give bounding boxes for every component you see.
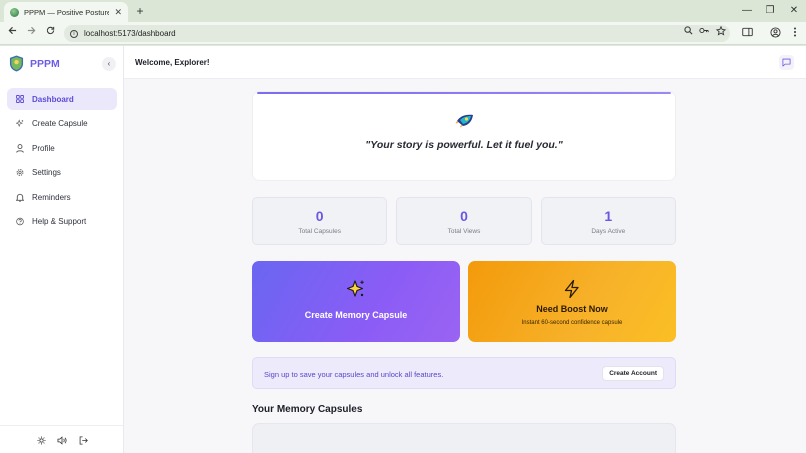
stat-label: Days Active: [591, 228, 626, 235]
capsule-list-placeholder: [252, 423, 676, 453]
sidebar-item-profile[interactable]: Profile: [7, 137, 117, 159]
stat-value: 0: [460, 208, 468, 224]
sidebar-item-label: Reminders: [32, 192, 71, 202]
theme-toggle-button[interactable]: [34, 433, 48, 447]
logout-button[interactable]: [76, 433, 90, 447]
forward-button[interactable]: [24, 26, 38, 40]
sidebar-item-label: Profile: [32, 143, 55, 153]
sidebar: PPPM ‹ Dashboard Create Capsule Profile: [0, 46, 124, 453]
reload-button[interactable]: [43, 26, 57, 40]
gear-icon: [16, 169, 24, 177]
signup-banner: Sign up to save your capsules and unlock…: [252, 357, 676, 389]
boost-card-title: Need Boost Now: [536, 304, 608, 314]
create-card-title: Create Memory Capsule: [304, 310, 408, 320]
feedback-button[interactable]: [779, 55, 794, 70]
stat-days-active: 1 Days Active: [540, 197, 676, 245]
sidebar-item-label: Settings: [32, 168, 61, 178]
logout-icon: [79, 435, 88, 445]
sidebar-item-label: Dashboard: [32, 94, 74, 104]
sparkles-icon: [16, 119, 24, 128]
user-icon: [16, 143, 24, 153]
site-info-icon[interactable]: i: [70, 29, 78, 38]
grid-icon: [16, 95, 24, 103]
browser-menu-icon[interactable]: [788, 27, 801, 40]
password-key-icon[interactable]: [698, 26, 710, 38]
stat-value: 0: [315, 208, 324, 224]
sidebar-item-label: Help & Support: [32, 217, 87, 227]
collapse-sidebar-button[interactable]: ‹: [102, 57, 116, 71]
sparkles-icon: [346, 280, 364, 297]
back-button[interactable]: [5, 26, 19, 40]
help-icon: [16, 218, 24, 226]
app-header: Welcome, Explorer!: [124, 46, 806, 79]
stat-label: Total Capsules: [298, 228, 341, 235]
tab-title: PPPM — Positive Posture Prese: [24, 7, 110, 17]
need-boost-now-card[interactable]: Need Boost Now Instant 60-second confide…: [468, 261, 676, 342]
reload-icon: [46, 26, 54, 35]
chat-icon: [782, 58, 791, 67]
stats-row: 0 Total Capsules 0 Total Views 1 Days Ac…: [252, 197, 676, 245]
sidebar-footer: [0, 425, 123, 453]
sidebar-nav: Dashboard Create Capsule Profile Setting…: [7, 88, 117, 236]
new-tab-button[interactable]: +: [134, 4, 146, 18]
quote-accent-bar: [257, 92, 671, 94]
rocket-icon: [455, 114, 473, 128]
sidebar-item-label: Create Capsule: [32, 119, 88, 129]
lightning-icon: [564, 279, 579, 299]
side-panel-icon[interactable]: [741, 27, 754, 40]
welcome-text: Welcome, Explorer!: [135, 58, 210, 67]
sun-icon: [36, 435, 46, 445]
sidebar-item-dashboard[interactable]: Dashboard: [7, 88, 117, 110]
browser-toolbar: i localhost:5173/dashboard: [0, 22, 806, 45]
boost-card-subtitle: Instant 60-second confidence capsule: [521, 320, 623, 326]
stat-total-capsules: 0 Total Capsules: [252, 197, 388, 245]
memory-capsules-heading: Your Memory Capsules: [252, 404, 363, 415]
arrow-left-icon: [8, 26, 16, 35]
favicon-icon: [10, 7, 19, 17]
minimize-button[interactable]: —: [740, 4, 754, 18]
quote-text: "Your story is powerful. Let it fuel you…: [365, 139, 563, 151]
sound-toggle-button[interactable]: [55, 433, 69, 447]
stat-total-views: 0 Total Views: [396, 197, 532, 245]
browser-tab[interactable]: PPPM — Positive Posture Prese ✕: [4, 2, 128, 22]
stat-value: 1: [604, 208, 613, 224]
brand-name: PPPM: [30, 57, 60, 70]
create-memory-capsule-card[interactable]: Create Memory Capsule: [252, 261, 460, 342]
speaker-icon: [57, 435, 67, 445]
profile-icon[interactable]: [769, 27, 782, 40]
browser-tab-bar: PPPM — Positive Posture Prese ✕ + — ❐ ✕: [0, 0, 806, 22]
signup-text: Sign up to save your capsules and unlock…: [264, 370, 444, 379]
tab-close-icon[interactable]: ✕: [114, 7, 122, 18]
app-root: PPPM ‹ Dashboard Create Capsule Profile: [0, 46, 806, 453]
url-text: localhost:5173/dashboard: [84, 29, 176, 38]
brand[interactable]: PPPM: [9, 55, 60, 72]
zoom-icon[interactable]: [682, 26, 694, 38]
restore-button[interactable]: ❐: [763, 4, 777, 18]
create-account-button[interactable]: Create Account: [602, 366, 664, 381]
quote-card: "Your story is powerful. Let it fuel you…: [252, 91, 676, 181]
window-close-button[interactable]: ✕: [787, 4, 801, 18]
bookmark-star-icon[interactable]: [715, 25, 727, 38]
stat-label: Total Views: [447, 228, 481, 235]
address-bar[interactable]: i localhost:5173/dashboard: [64, 25, 730, 42]
sidebar-item-reminders[interactable]: Reminders: [7, 186, 117, 208]
sidebar-item-settings[interactable]: Settings: [7, 162, 117, 184]
bell-icon: [16, 193, 24, 202]
shield-logo-icon: [9, 55, 24, 72]
arrow-right-icon: [27, 26, 35, 35]
sidebar-item-create-capsule[interactable]: Create Capsule: [7, 113, 117, 135]
sidebar-item-help-support[interactable]: Help & Support: [7, 211, 117, 233]
